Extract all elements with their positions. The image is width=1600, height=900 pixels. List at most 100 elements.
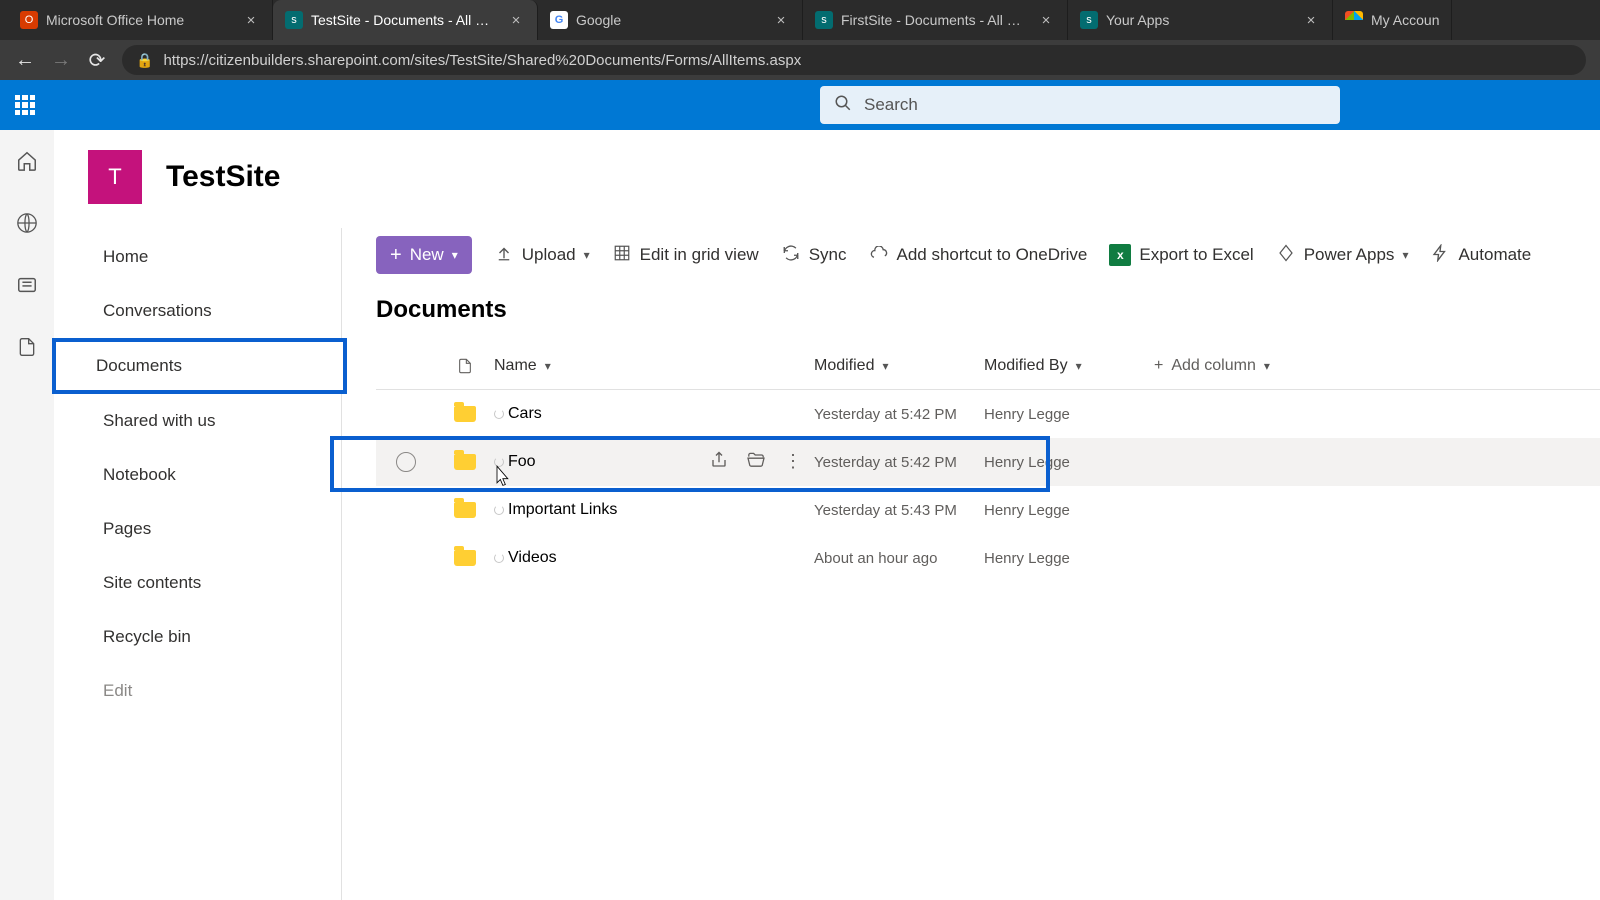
browser-tab[interactable]: s FirstSite - Documents - All Docum × [803,0,1068,40]
automate-icon [1430,244,1450,267]
add-column-button[interactable]: + Add column ▾ [1154,357,1374,375]
plus-icon: + [390,244,402,267]
sync-label: Sync [809,245,847,265]
modified-value: Yesterday at 5:43 PM [814,502,984,519]
onedrive-label: Add shortcut to OneDrive [897,245,1088,265]
file-type-column-header[interactable] [436,356,494,376]
browser-tab-strip: O Microsoft Office Home × s TestSite - D… [0,0,1600,40]
item-name[interactable]: Foo [508,453,536,471]
tab-title: Google [576,12,764,28]
table-row[interactable]: Foo ⋮ Yesterday at 5:42 PM Henry Legge [376,438,1600,486]
power-apps-button[interactable]: Power Apps ▾ [1276,244,1409,267]
nav-item-pages[interactable]: Pages [56,502,341,556]
forward-icon[interactable]: → [50,49,72,72]
browser-toolbar: ← → ⟳ 🔒 https://citizenbuilders.sharepoi… [0,40,1600,80]
tab-title: Your Apps [1106,12,1294,28]
sharepoint-icon: s [285,11,303,29]
chevron-down-icon: ▾ [452,248,458,262]
close-icon[interactable]: × [772,12,790,29]
close-icon[interactable]: × [1037,12,1055,29]
item-name[interactable]: Important Links [508,501,617,519]
search-input[interactable]: Search [820,86,1340,124]
upload-button[interactable]: Upload ▾ [494,244,590,267]
modified-by-value: Henry Legge [984,550,1154,567]
files-icon[interactable] [17,336,37,364]
chevron-down-icon: ▾ [1264,359,1270,373]
table-row[interactable]: Videos About an hour ago Henry Legge [376,534,1600,582]
edit-grid-button[interactable]: Edit in grid view [612,244,759,267]
plus-icon: + [1154,357,1163,375]
library-title: Documents [376,296,1600,324]
export-excel-button[interactable]: x Export to Excel [1109,244,1253,266]
global-nav-rail [0,130,54,900]
select-circle[interactable] [396,452,416,472]
item-name[interactable]: Cars [508,405,542,423]
browser-tab[interactable]: G Google × [538,0,803,40]
modified-value: About an hour ago [814,550,984,567]
waffle-icon [15,95,35,115]
grid-icon [612,244,632,267]
sync-icon [781,244,801,267]
modified-by-value: Henry Legge [984,406,1154,423]
folder-icon [454,454,476,470]
chevron-down-icon: ▾ [584,248,590,262]
browser-tab[interactable]: s TestSite - Documents - All Docum × [273,0,538,40]
chevron-down-icon: ▾ [882,359,888,373]
new-button[interactable]: + New ▾ [376,236,472,274]
modified-by-column-header[interactable]: Modified By ▾ [984,357,1154,375]
chevron-down-icon: ▾ [1076,359,1082,373]
nav-item-documents[interactable]: Documents [52,338,347,394]
globe-icon[interactable] [16,212,38,240]
close-icon[interactable]: × [507,12,525,29]
add-shortcut-onedrive-button[interactable]: Add shortcut to OneDrive [869,245,1088,265]
nav-item-conversations[interactable]: Conversations [56,284,341,338]
table-row[interactable]: Cars Yesterday at 5:42 PM Henry Legge [376,390,1600,438]
site-title[interactable]: TestSite [166,160,280,194]
modified-column-header[interactable]: Modified ▾ [814,357,984,375]
microsoft-icon [1345,11,1363,29]
folder-icon [454,502,476,518]
nav-item-recycle-bin[interactable]: Recycle bin [56,610,341,664]
browser-tab[interactable]: O Microsoft Office Home × [8,0,273,40]
close-icon[interactable]: × [242,12,260,29]
sync-button[interactable]: Sync [781,244,847,267]
browser-tab[interactable]: My Accoun [1333,0,1452,40]
share-icon[interactable] [710,451,728,474]
search-icon [834,94,852,117]
upload-icon [494,244,514,267]
site-logo[interactable]: T [88,150,142,204]
nav-item-site-contents[interactable]: Site contents [56,556,341,610]
nav-item-home[interactable]: Home [56,230,341,284]
quick-launch-nav: Home Conversations Documents Shared with… [88,228,342,900]
loading-spinner-icon [494,505,504,515]
back-icon[interactable]: ← [14,49,36,72]
home-icon[interactable] [16,150,38,178]
automate-button[interactable]: Automate [1430,244,1531,267]
tab-title: Microsoft Office Home [46,12,234,28]
excel-label: Export to Excel [1139,245,1253,265]
item-name[interactable]: Videos [508,549,557,567]
nav-item-notebook[interactable]: Notebook [56,448,341,502]
name-column-header[interactable]: Name ▾ [494,357,814,375]
news-icon[interactable] [16,274,38,302]
modified-by-value: Henry Legge [984,454,1154,471]
reload-icon[interactable]: ⟳ [86,48,108,73]
modified-value: Yesterday at 5:42 PM [814,406,984,423]
browser-tab[interactable]: s Your Apps × [1068,0,1333,40]
modified-by-header-label: Modified By [984,357,1068,375]
edit-grid-label: Edit in grid view [640,245,759,265]
modified-header-label: Modified [814,357,874,375]
loading-spinner-icon [494,553,504,563]
tab-title: TestSite - Documents - All Docum [311,12,499,28]
nav-edit-link[interactable]: Edit [56,664,341,718]
upload-label: Upload [522,245,576,265]
close-icon[interactable]: × [1302,12,1320,29]
address-bar[interactable]: 🔒 https://citizenbuilders.sharepoint.com… [122,45,1586,75]
table-row[interactable]: Important Links Yesterday at 5:43 PM Hen… [376,486,1600,534]
open-folder-icon[interactable] [746,451,766,474]
url-text: https://citizenbuilders.sharepoint.com/s… [163,52,801,69]
loading-spinner-icon [494,457,504,467]
more-actions-icon[interactable]: ⋮ [784,451,804,474]
nav-item-shared-with-us[interactable]: Shared with us [56,394,341,448]
app-launcher-button[interactable] [0,80,50,130]
